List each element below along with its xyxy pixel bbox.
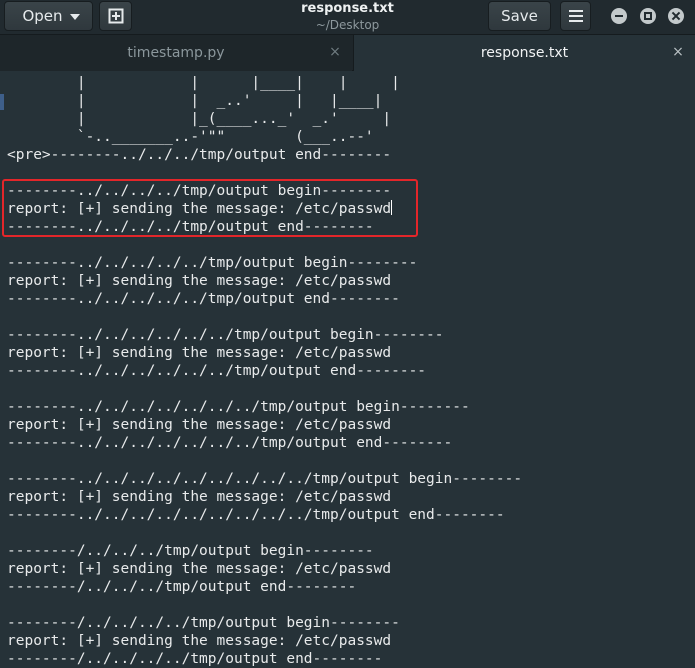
window-subtitle: ~/Desktop: [315, 18, 380, 32]
tab-label: timestamp.py: [127, 45, 225, 61]
editor-line: --------/../../../tmp/output end--------: [7, 579, 357, 595]
text-editor[interactable]: | | |____| | | | | _..' | |____| | |_(__…: [0, 72, 695, 668]
editor-line: --------../../../../../../tmp/output end…: [7, 363, 427, 379]
maximize-icon[interactable]: [640, 8, 656, 24]
editor-line: | | _..' | |____|: [7, 93, 383, 109]
editor-line: | | |____| | |: [7, 75, 400, 91]
tab-close-icon[interactable]: ×: [670, 44, 686, 60]
highlight-annotation-box: [2, 179, 418, 237]
editor-line: --------../../../../../../../tmp/output …: [7, 399, 470, 415]
open-button[interactable]: Open: [4, 1, 93, 31]
editor-line: --------/../../../tmp/output begin------…: [7, 543, 374, 559]
editor-line: <pre>--------../../../tmp/output end----…: [7, 147, 392, 163]
hamburger-menu-icon: [568, 10, 583, 22]
editor-line: --------../../../../../../../tmp/output …: [7, 435, 453, 451]
editor-line: report: [+] sending the message: /etc/pa…: [7, 417, 392, 433]
header-bar: Open response.txt ~/Desktop Save: [0, 0, 695, 35]
editor-line: --------../../../../../tmp/output end---…: [7, 291, 400, 307]
editor-line: report: [+] sending the message: /etc/pa…: [7, 273, 392, 289]
editor-line: report: [+] sending the message: /etc/pa…: [7, 345, 392, 361]
tab-response-txt[interactable]: response.txt ×: [353, 35, 695, 71]
editor-line: --------../../../../../tmp/output begin-…: [7, 255, 418, 271]
window-title-block: response.txt ~/Desktop: [250, 1, 445, 34]
tab-bar: timestamp.py × response.txt ×: [0, 35, 695, 71]
editor-line: report: [+] sending the message: /etc/pa…: [7, 489, 392, 505]
new-tab-button[interactable]: [99, 1, 132, 31]
editor-line: | |_(____..._' _.' |: [7, 111, 392, 127]
window-title: response.txt: [301, 1, 394, 16]
menu-button[interactable]: [560, 1, 591, 31]
minimize-icon[interactable]: [611, 8, 627, 24]
tab-label: response.txt: [480, 45, 569, 61]
editor-line: report: [+] sending the message: /etc/pa…: [7, 561, 392, 577]
editor-line: --------/../../../../tmp/output begin---…: [7, 615, 400, 631]
tab-timestamp-py[interactable]: timestamp.py ×: [0, 35, 352, 71]
editor-line: --------/../../../../tmp/output end-----…: [7, 651, 383, 667]
editor-line: `-.._______..-'"" (___..--': [7, 129, 374, 145]
save-button[interactable]: Save: [488, 1, 551, 31]
editor-line: --------../../../../../../../../../tmp/o…: [7, 471, 523, 487]
new-tab-icon: [108, 8, 123, 24]
chevron-down-icon: [70, 14, 80, 20]
tab-close-icon[interactable]: ×: [327, 44, 343, 60]
gutter-marker: [0, 94, 4, 110]
close-icon[interactable]: [668, 8, 684, 24]
editor-lines: | | |____| | | | | _..' | |____| | |_(__…: [7, 74, 522, 668]
editor-line: report: [+] sending the message: /etc/pa…: [7, 633, 392, 649]
editor-line: --------../../../../../../tmp/output beg…: [7, 327, 444, 343]
open-button-label: Open: [22, 7, 63, 25]
editor-line: --------../../../../../../../../../tmp/o…: [7, 507, 505, 523]
